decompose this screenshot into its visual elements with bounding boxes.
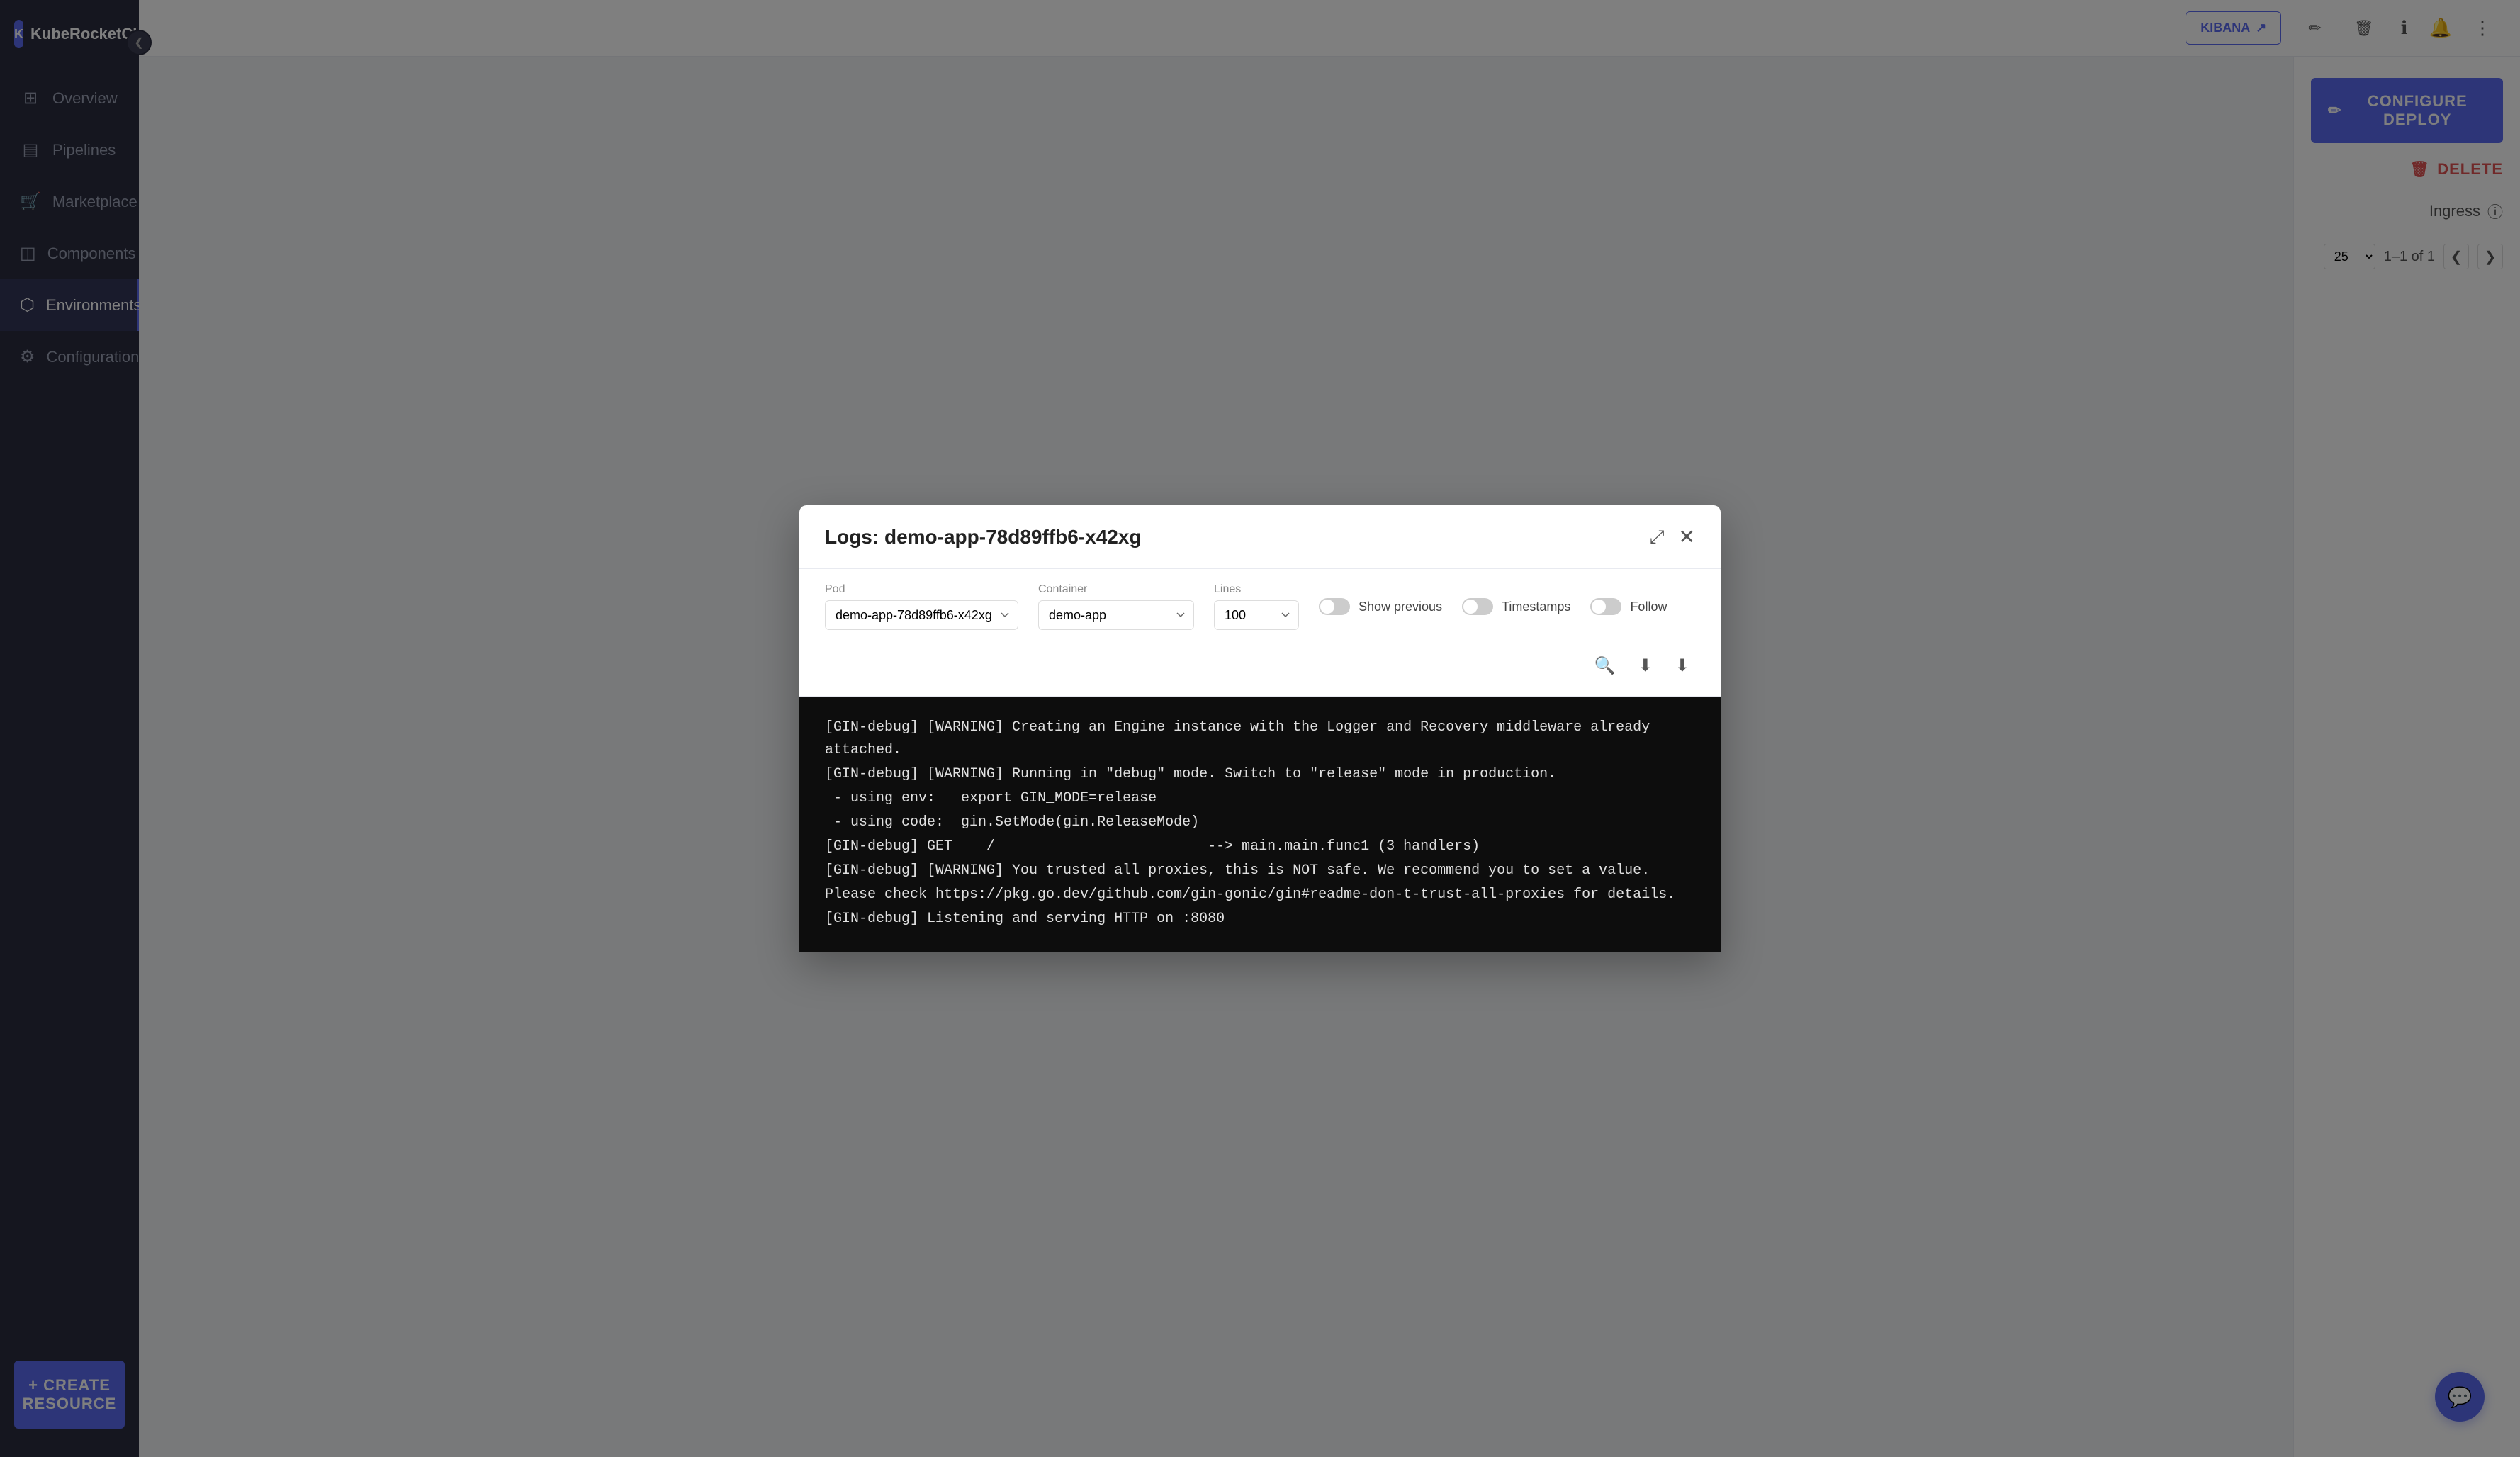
follow-label: Follow: [1630, 600, 1667, 614]
log-search-icon[interactable]: 🔍: [1589, 650, 1621, 682]
pod-select[interactable]: demo-app-78d89ffb6-x42xg: [825, 600, 1018, 630]
modal-toolbar: Pod demo-app-78d89ffb6-x42xg Container d…: [799, 569, 1721, 697]
log-content[interactable]: [GIN-debug] [WARNING] Creating an Engine…: [799, 697, 1721, 952]
log-line: [GIN-debug] Listening and serving HTTP o…: [825, 908, 1695, 930]
log-download-icon[interactable]: ⬇: [1670, 650, 1695, 682]
lines-select[interactable]: 100: [1214, 600, 1299, 630]
modal-toolbar-right: 🔍 ⬇ ⬇: [1589, 650, 1695, 682]
modal-expand-icon[interactable]: ⤢: [1650, 526, 1665, 549]
pod-selector-group: Pod demo-app-78d89ffb6-x42xg: [825, 583, 1018, 630]
modal-close-button[interactable]: ✕: [1679, 525, 1695, 549]
modal-header: Logs: demo-app-78d89ffb6-x42xg ⤢ ✕: [799, 505, 1721, 569]
follow-toggle-group: Follow: [1590, 598, 1667, 615]
log-line: [GIN-debug] GET / --> main.main.func1 (3…: [825, 836, 1695, 858]
lines-selector-group: Lines 100: [1214, 583, 1299, 630]
timestamps-toggle[interactable]: [1462, 598, 1493, 615]
log-line: [GIN-debug] [WARNING] Running in "debug"…: [825, 763, 1695, 786]
log-line: - using code: gin.SetMode(gin.ReleaseMod…: [825, 811, 1695, 834]
follow-toggle[interactable]: [1590, 598, 1621, 615]
pod-label: Pod: [825, 583, 1018, 596]
follow-toggle-knob: [1592, 600, 1606, 614]
lines-label: Lines: [1214, 583, 1299, 596]
modal-title: Logs: demo-app-78d89ffb6-x42xg: [825, 526, 1142, 549]
modal-overlay: Logs: demo-app-78d89ffb6-x42xg ⤢ ✕ Pod d…: [0, 0, 2520, 1457]
log-filter-icon[interactable]: ⬇: [1633, 650, 1658, 682]
timestamps-label: Timestamps: [1502, 600, 1570, 614]
modal-header-actions: ⤢ ✕: [1650, 525, 1695, 549]
timestamps-toggle-knob: [1463, 600, 1478, 614]
container-label: Container: [1038, 583, 1194, 596]
log-line: [GIN-debug] [WARNING] You trusted all pr…: [825, 860, 1695, 882]
timestamps-toggle-group: Timestamps: [1462, 598, 1570, 615]
show-previous-toggle-group: Show previous: [1319, 598, 1442, 615]
log-line: [GIN-debug] [WARNING] Creating an Engine…: [825, 716, 1695, 762]
log-line: - using env: export GIN_MODE=release: [825, 787, 1695, 810]
show-previous-toggle[interactable]: [1319, 598, 1350, 615]
log-line: Please check https://pkg.go.dev/github.c…: [825, 884, 1695, 906]
show-previous-toggle-knob: [1320, 600, 1334, 614]
show-previous-label: Show previous: [1359, 600, 1442, 614]
container-selector-group: Container demo-app: [1038, 583, 1194, 630]
container-select[interactable]: demo-app: [1038, 600, 1194, 630]
logs-modal: Logs: demo-app-78d89ffb6-x42xg ⤢ ✕ Pod d…: [799, 505, 1721, 952]
